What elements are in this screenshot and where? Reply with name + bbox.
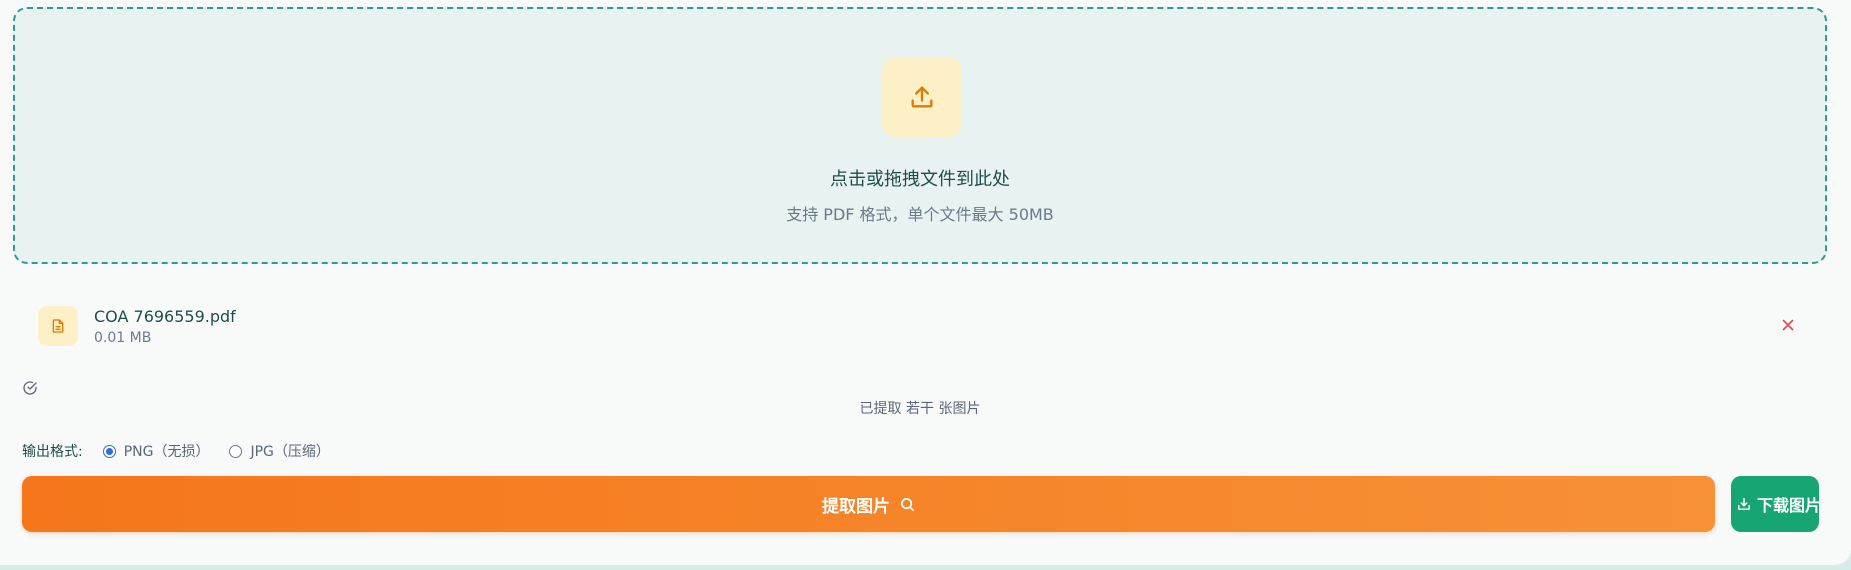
dropzone-subtitle: 支持 PDF 格式，单个文件最大 50MB: [786, 205, 1054, 224]
format-option-png[interactable]: PNG（无损）: [102, 441, 210, 461]
format-option-jpg[interactable]: JPG（压缩）: [229, 441, 330, 461]
remove-file-button[interactable]: [1778, 315, 1798, 335]
download-images-button[interactable]: 下载图片: [1731, 476, 1819, 532]
download-icon: [1737, 497, 1751, 511]
radio-jpg[interactable]: [229, 444, 243, 458]
radio-png[interactable]: [102, 444, 116, 458]
download-button-label: 下载图片: [1757, 496, 1819, 515]
app-page: 点击或拖拽文件到此处 支持 PDF 格式，单个文件最大 50MB COA 769…: [0, 0, 1851, 565]
file-dropzone[interactable]: 点击或拖拽文件到此处 支持 PDF 格式，单个文件最大 50MB: [13, 7, 1827, 264]
file-icon-box: [38, 306, 78, 346]
file-list-item: COA 7696559.pdf 0.01 MB: [38, 306, 1798, 346]
file-size: 0.01 MB: [94, 330, 152, 346]
close-icon: [1782, 319, 1794, 331]
upload-icon-box: [882, 57, 962, 137]
extract-button-label: 提取图片: [822, 496, 890, 517]
format-option-label: PNG（无损）: [123, 444, 210, 460]
extract-images-button[interactable]: 提取图片: [22, 476, 1715, 532]
file-name: COA 7696559.pdf: [94, 307, 236, 326]
output-format-label: 输出格式:: [22, 444, 83, 460]
format-option-label: JPG（压缩）: [250, 444, 330, 460]
search-icon: [901, 497, 914, 511]
upload-icon: [911, 86, 933, 108]
file-icon: [52, 319, 64, 333]
check-circle-icon: [23, 381, 37, 395]
dropzone-title: 点击或拖拽文件到此处: [830, 169, 1010, 190]
output-format-group: 输出格式: PNG（无损） JPG（压缩）: [22, 441, 350, 461]
extract-status-text: 已提取 若干 张图片: [859, 401, 981, 417]
